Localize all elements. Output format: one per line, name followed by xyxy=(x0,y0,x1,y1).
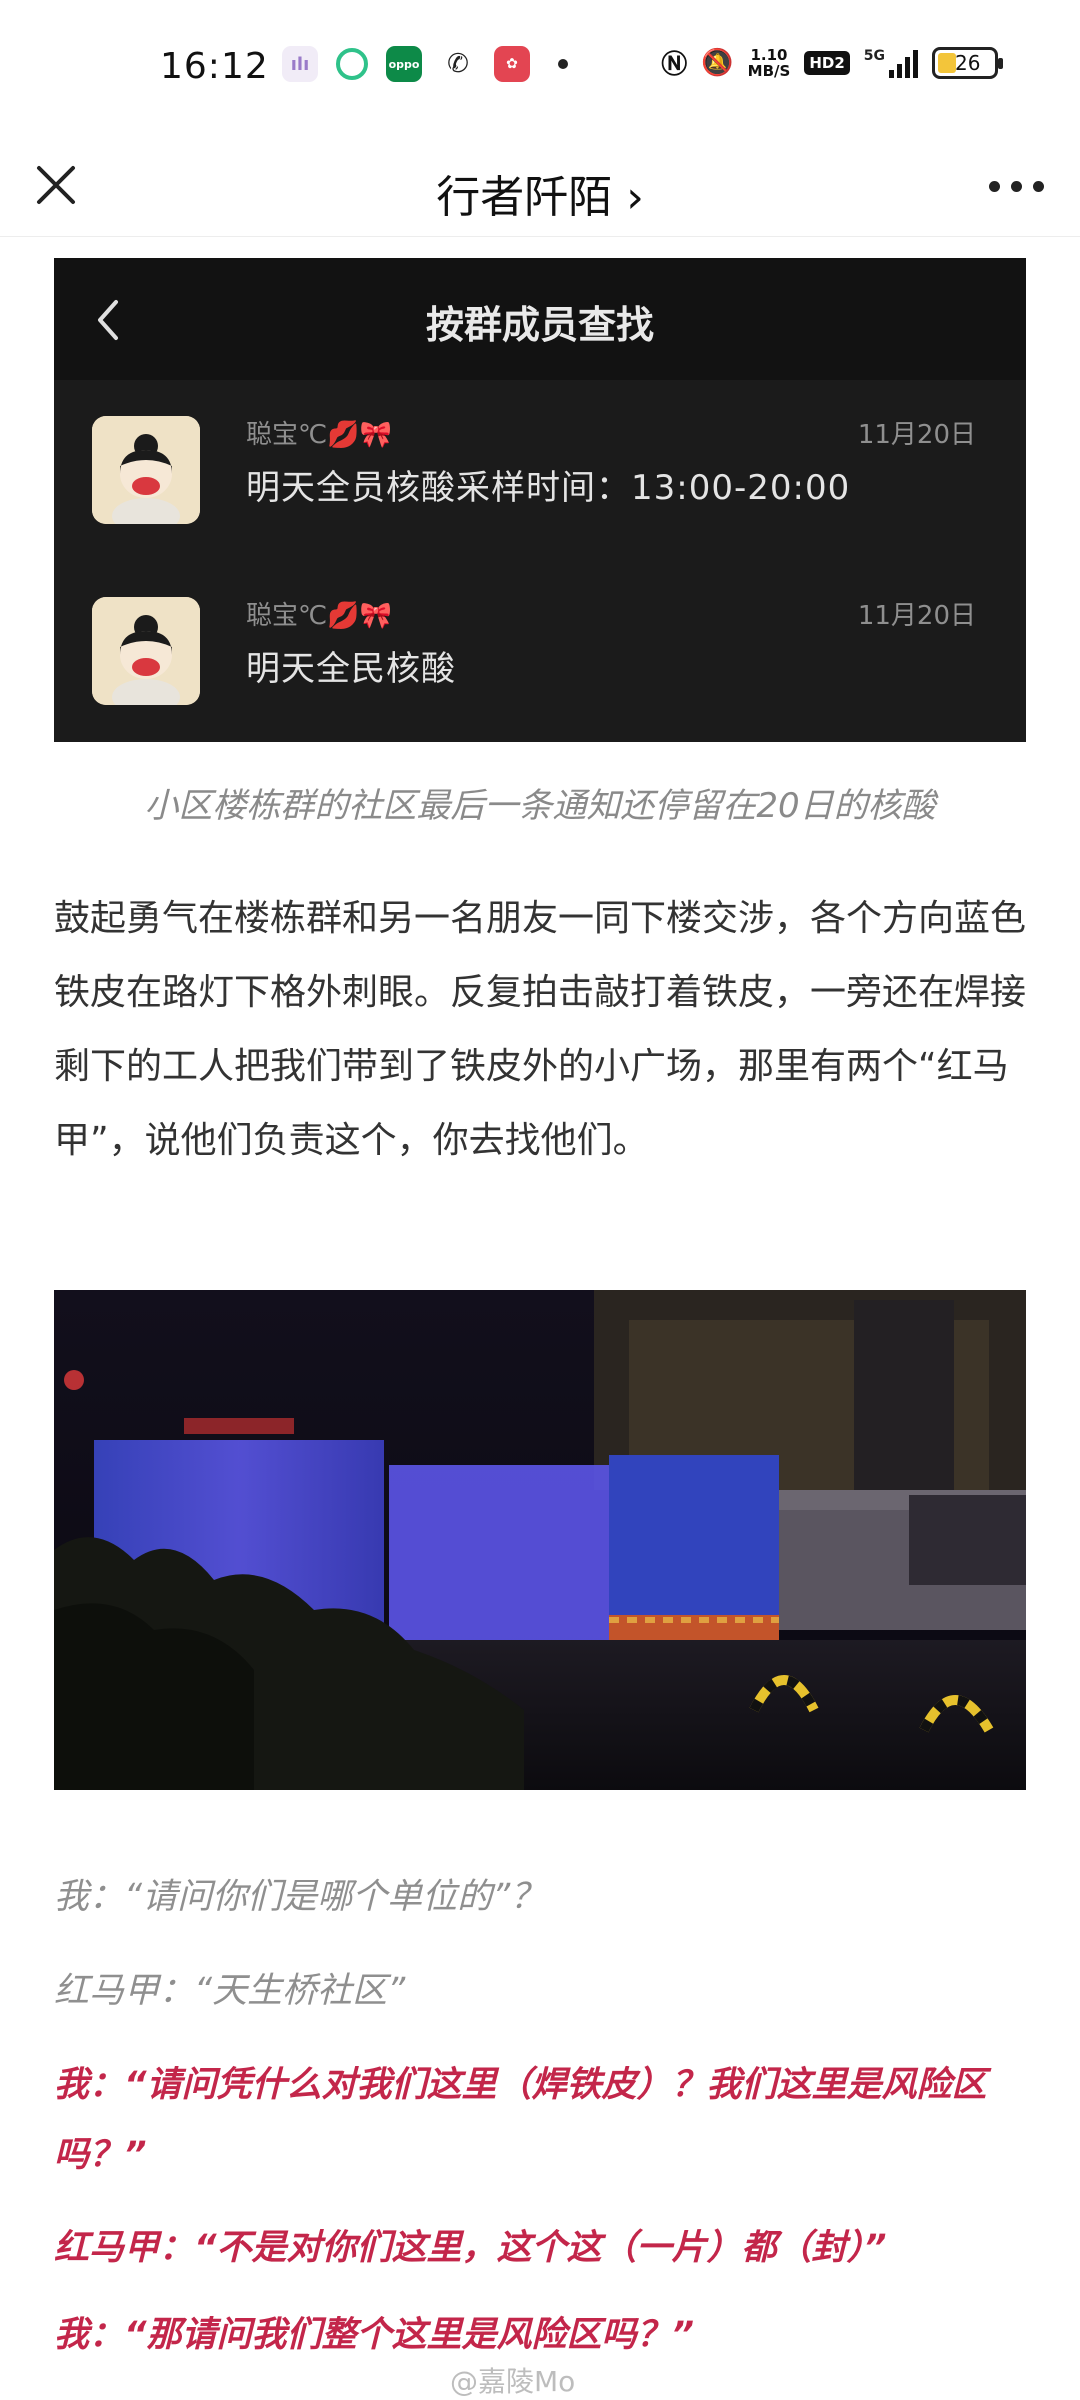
message-date: 11月20日 xyxy=(857,601,976,631)
embedded-chat-screenshot: 按群成员查找 聪宝℃💋🎀 11月20日 明天全员核酸采样时间：13:00-20:… xyxy=(54,258,1026,742)
message-text: 明天全民核酸 xyxy=(246,649,456,689)
avatar xyxy=(92,416,200,524)
cell-signal-icon: 5G xyxy=(864,48,918,78)
mute-bell-icon: 🔕 xyxy=(701,47,734,78)
status-time: 16:12 xyxy=(160,46,269,87)
hd-voice-icon: HD2 xyxy=(804,50,850,75)
sender-name: 聪宝℃💋🎀 xyxy=(246,420,392,450)
account-title-link[interactable]: 行者阡陌 › xyxy=(0,161,1080,225)
oppo-app-icon: oppo xyxy=(386,46,422,82)
more-options-icon[interactable] xyxy=(989,165,1044,208)
network-speed: 1.10 MB/S xyxy=(747,45,791,80)
sender-name: 聪宝℃💋🎀 xyxy=(246,601,392,631)
wechat-icon: ✆ xyxy=(440,46,476,82)
battery-icon: 26 xyxy=(932,46,1003,79)
status-notification-icons: ılı oppo ✆ ✿ xyxy=(282,46,568,82)
list-item: 聪宝℃💋🎀 11月20日 明天全员核酸采样时间：13:00-20:00 xyxy=(54,380,1026,561)
dialogue-line: 红马甲：“不是对你们这里，这个这（一片）都（封）” xyxy=(54,2228,887,2268)
list-item: 聪宝℃💋🎀 11月20日 明天全民核酸 xyxy=(54,561,1026,742)
avatar xyxy=(92,597,200,705)
article-paragraph: 鼓起勇气在楼栋群和另一名朋友一同下楼交涉，各个方向蓝色铁皮在路灯下格外刺眼。反复… xyxy=(54,898,1027,1161)
red-app-icon: ✿ xyxy=(494,46,530,82)
more-notifications-dot-icon xyxy=(558,59,568,69)
voice-recorder-icon: ılı xyxy=(282,46,318,82)
embedded-header: 按群成员查找 xyxy=(54,258,1026,380)
dialogue-line: 我：“请问凭什么对我们这里（焊铁皮）？我们这里是风险区吗？” xyxy=(54,2065,987,2175)
nfc-icon: Ⓝ xyxy=(661,50,688,80)
dialogue-line: 红马甲：“天生桥社区” xyxy=(54,1971,406,2011)
status-system-icons: Ⓝ 🔕 1.10 MB/S HD2 5G 26 xyxy=(661,44,1003,81)
dialogue-line: 我：“请问你们是哪个单位的”？ xyxy=(54,1877,546,1917)
night-barrier-photo[interactable] xyxy=(54,1290,1026,1790)
message-text: 明天全员核酸采样时间：13:00-20:00 xyxy=(246,468,851,508)
status-bar: 16:12 ılı oppo ✆ ✿ Ⓝ 🔕 1.10 MB/S HD2 5G … xyxy=(0,0,1080,135)
message-date: 11月20日 xyxy=(857,420,976,450)
image-caption: 小区楼栋群的社区最后一条通知还停留在20日的核酸 xyxy=(144,786,936,826)
green-app-icon xyxy=(336,48,368,80)
weibo-watermark: @嘉陵Mo xyxy=(450,2365,576,2398)
nav-bar: 行者阡陌 › xyxy=(0,135,1080,237)
embedded-title: 按群成员查找 xyxy=(425,303,654,347)
